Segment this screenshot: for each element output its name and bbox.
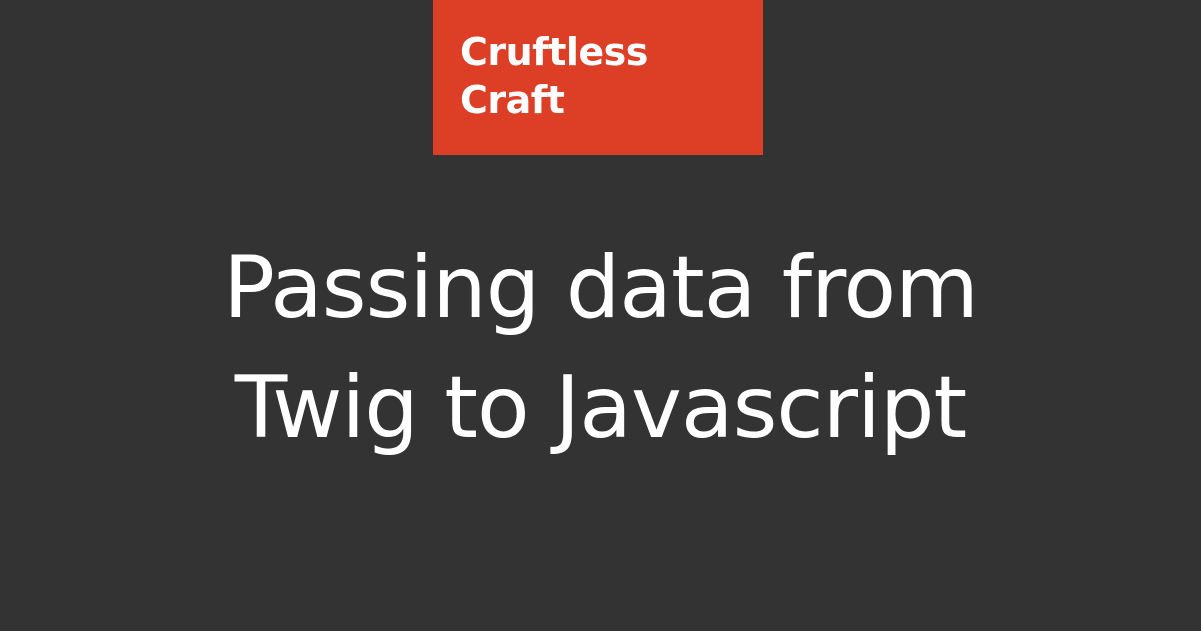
article-title-line-2: Twig to Javascript [234, 358, 967, 458]
site-logo[interactable]: Cruftless Craft [433, 0, 763, 155]
article-title: Passing data from Twig to Javascript [0, 228, 1201, 468]
logo-text-line-2: Craft [460, 78, 565, 122]
article-banner: Cruftless Craft Passing data from Twig t… [0, 0, 1201, 631]
article-title-line-1: Passing data from [223, 238, 979, 338]
logo-text-line-1: Cruftless [460, 30, 648, 74]
